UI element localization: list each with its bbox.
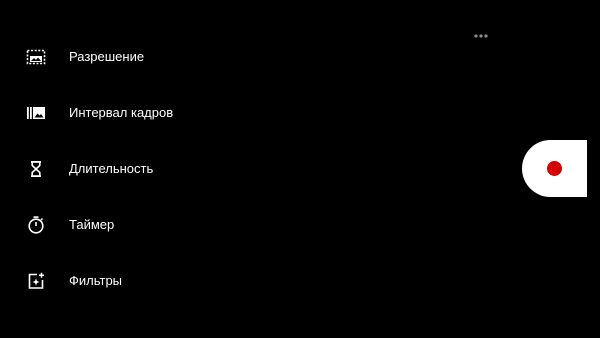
resolution-icon: [26, 48, 46, 66]
frame-interval-icon: [26, 104, 46, 122]
menu-item-duration[interactable]: Длительность: [0, 147, 260, 191]
record-icon: [547, 161, 562, 176]
menu-item-label: Таймер: [69, 217, 115, 232]
more-options-button[interactable]: [470, 28, 492, 44]
menu-item-label: Интервал кадров: [69, 105, 174, 120]
more-horizontal-icon: [474, 34, 488, 38]
menu-item-filters[interactable]: Фильтры: [0, 259, 260, 303]
menu-item-timer[interactable]: Таймер: [0, 203, 260, 247]
menu-item-label: Длительность: [69, 161, 154, 176]
record-button[interactable]: [522, 140, 587, 197]
filters-icon: [26, 272, 46, 290]
timer-icon: [26, 216, 46, 234]
hourglass-icon: [26, 160, 46, 178]
menu-item-label: Фильтры: [69, 273, 123, 288]
menu-item-frame-interval[interactable]: Интервал кадров: [0, 91, 260, 135]
menu-item-label: Разрешение: [69, 49, 145, 64]
menu-item-resolution[interactable]: Разрешение: [0, 35, 260, 79]
settings-menu: Разрешение Интервал кадров Длительность: [0, 0, 260, 338]
